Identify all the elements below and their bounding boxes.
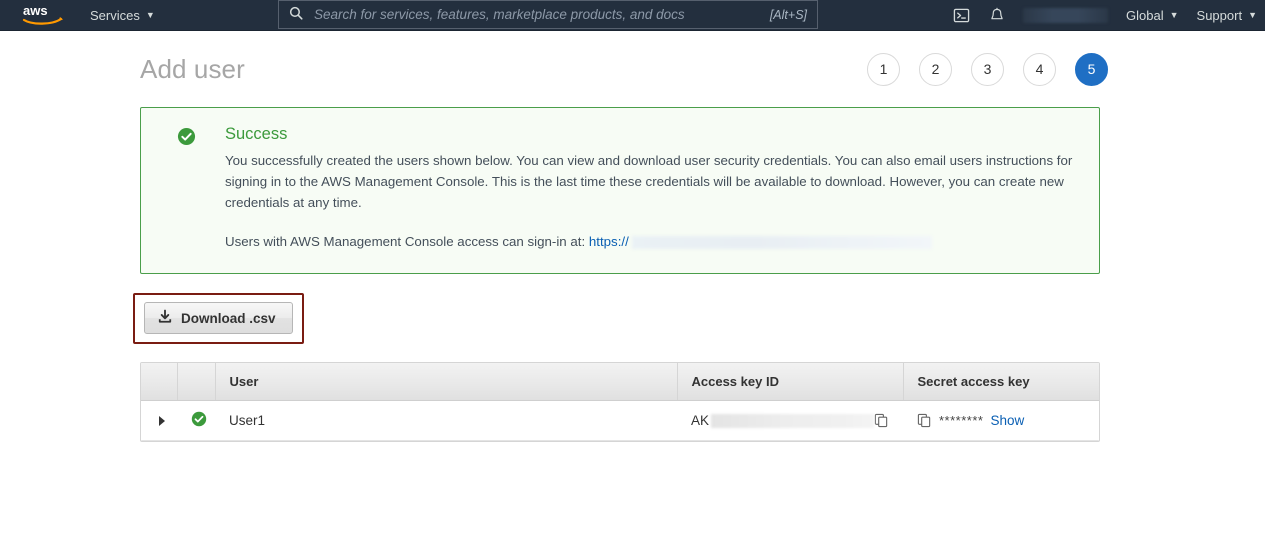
show-secret-link[interactable]: Show [990, 413, 1024, 428]
bell-icon[interactable] [988, 7, 1005, 24]
success-banner: Success You successfully created the use… [140, 107, 1100, 275]
column-header-status [177, 363, 216, 402]
support-menu-label: Support [1196, 7, 1243, 23]
step-1[interactable]: 1 [867, 52, 900, 86]
aws-logo[interactable]: aws [12, 4, 74, 26]
success-banner-paragraph: You successfully created the users shown… [225, 153, 1073, 210]
success-check-circle-icon [191, 411, 207, 430]
signin-url-line: Users with AWS Management Console access… [225, 232, 1080, 253]
download-csv-button[interactable]: Download .csv [144, 302, 293, 335]
global-search-bar[interactable]: [Alt+S] [278, 0, 818, 29]
step-2[interactable]: 2 [919, 52, 952, 86]
top-navigation-bar: aws Services ▼ [Alt+S] [0, 0, 1265, 31]
copy-icon[interactable] [874, 413, 889, 428]
column-header-access-key-id: Access key ID [677, 363, 904, 402]
copy-icon[interactable] [917, 413, 932, 428]
created-users-table: User Access key ID Secret access key Use… [140, 362, 1100, 443]
signin-url-label: Users with AWS Management Console access… [225, 234, 586, 250]
access-key-id-prefix: AK [691, 413, 710, 429]
search-icon [289, 6, 303, 23]
services-menu[interactable]: Services ▼ [90, 8, 155, 23]
add-user-page: Add user 1 2 3 4 5 Success You successfu… [0, 31, 1265, 443]
support-menu[interactable]: Support ▼ [1197, 8, 1257, 23]
nav-right-cluster: Global ▼ Support ▼ [953, 0, 1257, 30]
chevron-right-icon[interactable] [159, 415, 165, 426]
access-key-id-redacted [711, 413, 874, 428]
signin-url-redacted [631, 236, 932, 250]
region-menu[interactable]: Global ▼ [1126, 8, 1179, 23]
column-header-user: User [215, 363, 678, 402]
row-status-cell [177, 400, 215, 442]
secret-access-key-mask: ******** [939, 413, 984, 429]
success-banner-body: Success You successfully created the use… [225, 125, 1081, 253]
chevron-down-icon: ▼ [1169, 9, 1179, 20]
success-check-circle-icon [177, 127, 196, 146]
search-input[interactable] [312, 6, 761, 23]
step-4[interactable]: 4 [1023, 52, 1056, 86]
row-expander-cell[interactable] [141, 400, 177, 442]
step-3[interactable]: 3 [971, 52, 1004, 86]
column-header-secret-access-key: Secret access key [903, 363, 1099, 402]
account-menu[interactable] [1023, 7, 1109, 23]
table-row: User1 AK ******** Show [141, 400, 1099, 442]
chevron-down-icon: ▼ [1248, 9, 1257, 20]
cloudshell-terminal-icon[interactable] [953, 7, 970, 24]
success-banner-title: Success [225, 125, 288, 143]
table-header-row: User Access key ID Secret access key [141, 363, 1099, 402]
download-csv-label: Download .csv [181, 310, 276, 326]
svg-text:aws: aws [23, 4, 48, 18]
region-menu-label: Global [1126, 7, 1164, 23]
row-secret-access-key-cell: ******** Show [903, 400, 1099, 442]
download-icon [158, 309, 172, 327]
column-header-expander [141, 363, 178, 402]
step-indicator: 1 2 3 4 5 [867, 52, 1108, 86]
step-5[interactable]: 5 [1075, 52, 1108, 86]
services-menu-label: Services [90, 7, 140, 23]
page-title: Add user [140, 53, 245, 84]
signin-url-link[interactable]: https:// [589, 234, 629, 249]
page-header: Add user 1 2 3 4 5 [0, 31, 1265, 107]
search-shortcut-hint: [Alt+S] [769, 7, 807, 22]
download-csv-highlight: Download .csv [133, 293, 304, 345]
row-access-key-id-cell: AK [677, 400, 903, 442]
row-user-name: User1 [215, 400, 677, 442]
chevron-down-icon: ▼ [145, 9, 155, 20]
